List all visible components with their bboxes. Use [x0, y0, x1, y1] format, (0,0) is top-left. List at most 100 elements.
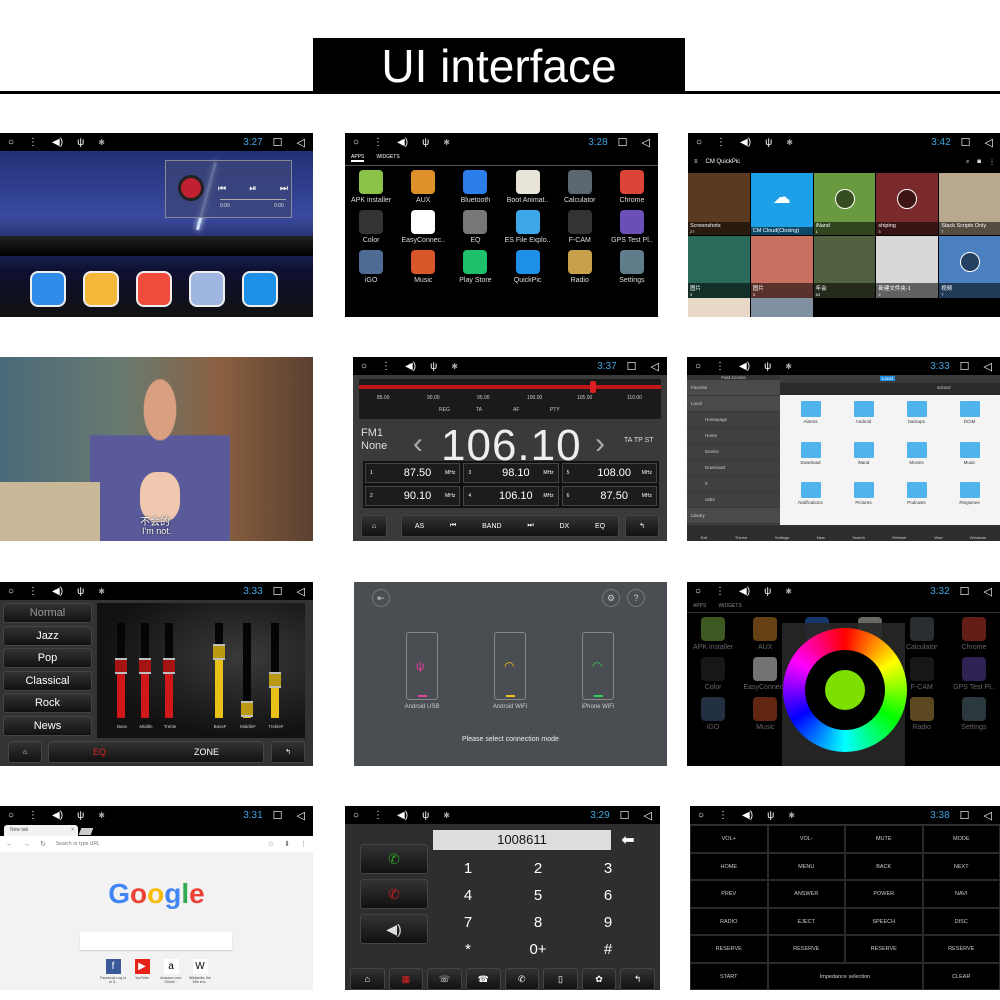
- radio-control-1[interactable]: ⏮: [450, 522, 456, 530]
- help-icon[interactable]: ?: [627, 589, 645, 607]
- speaker-button[interactable]: ◀): [360, 914, 428, 944]
- app-gps-test-pl-[interactable]: GPS Test Pl..: [948, 657, 1000, 691]
- preset-button[interactable]: 6 87.50 MHz: [561, 486, 657, 506]
- recent-apps-icon[interactable]: ☐: [273, 136, 283, 149]
- home-circle-icon[interactable]: ○: [696, 137, 702, 148]
- key-radio[interactable]: RADIO: [690, 907, 768, 936]
- preset-jazz[interactable]: Jazz: [3, 625, 92, 646]
- slider-handle[interactable]: [213, 643, 225, 660]
- radio-control-0[interactable]: AS: [415, 523, 424, 530]
- folder-item[interactable]: Music: [943, 441, 996, 479]
- video-icon[interactable]: [242, 271, 278, 307]
- album-tile[interactable]: [751, 298, 813, 317]
- recent-apps-icon[interactable]: ☐: [960, 360, 970, 373]
- star-icon[interactable]: ☆: [268, 840, 274, 848]
- key-#[interactable]: #: [573, 936, 643, 963]
- folder-item[interactable]: Ringtones: [943, 482, 996, 519]
- search-box[interactable]: [80, 932, 232, 950]
- radio-control-5[interactable]: EQ: [595, 523, 605, 530]
- app-eq[interactable]: EQ: [449, 210, 501, 244]
- key-reserve[interactable]: RESERVE: [767, 935, 845, 963]
- key-answer[interactable]: ANSWER: [767, 880, 845, 908]
- tab-eq[interactable]: EQ: [93, 747, 106, 757]
- hang-up-button[interactable]: ✆: [360, 879, 428, 909]
- toolbar-search[interactable]: Search: [852, 535, 865, 540]
- shortcut-tile[interactable]: ▶ YouTube: [129, 959, 155, 980]
- volume-icon[interactable]: ◀): [52, 137, 63, 148]
- volume-icon[interactable]: ◀): [742, 810, 753, 821]
- menu-dots-icon[interactable]: ⋮: [381, 361, 391, 372]
- key-disc[interactable]: DISC: [922, 907, 1000, 936]
- volume-icon[interactable]: ◀): [397, 137, 408, 148]
- new-tab-button[interactable]: [78, 828, 94, 835]
- exit-icon[interactable]: ⇤: [372, 589, 390, 607]
- shortcut-tile[interactable]: W Wikipedia, the free enc..: [187, 959, 213, 984]
- search-icon[interactable]: ⌕: [966, 159, 969, 166]
- folder-item[interactable]: Movies: [890, 441, 943, 479]
- key-vol-minus[interactable]: VOL-: [767, 825, 845, 853]
- app-music[interactable]: Music: [397, 250, 449, 284]
- app-apk-installer[interactable]: APK installer: [345, 170, 397, 204]
- home-circle-icon[interactable]: ○: [8, 137, 14, 148]
- call-log-icon[interactable]: ☏: [427, 968, 462, 990]
- album-tile[interactable]: shiping 3: [876, 173, 939, 235]
- folder-item[interactable]: Notifications: [784, 482, 837, 519]
- key-home[interactable]: HOME: [690, 852, 768, 881]
- volume-icon[interactable]: ◀): [397, 810, 408, 821]
- app-play-store[interactable]: Play Store: [449, 250, 501, 284]
- key-1[interactable]: 1: [433, 855, 503, 882]
- preset-news[interactable]: News: [3, 715, 92, 736]
- bluetooth-phone-icon[interactable]: ✆: [504, 968, 540, 990]
- folder-item[interactable]: DCIM: [943, 401, 996, 438]
- app-igo[interactable]: iGO: [687, 697, 739, 731]
- key-eject[interactable]: EJECT: [767, 907, 845, 936]
- folder-item[interactable]: Podcasts: [890, 482, 943, 519]
- app-apk-installer[interactable]: APK installer: [687, 617, 739, 651]
- key-8[interactable]: 8: [503, 909, 573, 936]
- app-settings[interactable]: Settings: [948, 697, 1000, 731]
- settings-icon[interactable]: ✿: [581, 968, 617, 990]
- flag-reg[interactable]: REG: [439, 407, 450, 413]
- key-start[interactable]: START: [690, 962, 768, 990]
- app-calculator[interactable]: Calculator: [554, 170, 606, 204]
- impedance-selection-button[interactable]: Impedance selection: [767, 962, 923, 990]
- seek-up-icon[interactable]: ›: [595, 427, 605, 461]
- frequency-scale[interactable]: 85.00 90.00 95.00 100.00 105.00 110.00 REG TA AF…: [359, 379, 661, 419]
- play-pause-icon[interactable]: ⏯: [249, 183, 256, 194]
- volume-icon[interactable]: ◀): [739, 361, 750, 372]
- recent-apps-icon[interactable]: ☐: [627, 360, 637, 373]
- toolbar-refresh[interactable]: Refresh: [892, 535, 906, 540]
- app-bluetooth[interactable]: Bluetooth: [449, 170, 501, 204]
- album-tile[interactable]: 图片 9: [688, 236, 750, 298]
- back-icon[interactable]: ◁: [644, 809, 652, 822]
- app-quickpic[interactable]: QuickPic: [502, 250, 554, 284]
- tuner-needle[interactable]: [590, 381, 596, 393]
- back-icon[interactable]: ◁: [642, 136, 650, 149]
- shortcut-tile[interactable]: f Facebook Log in or S..: [100, 959, 126, 984]
- navigation-icon[interactable]: [30, 271, 66, 307]
- bluetooth-icon[interactable]: [189, 271, 225, 307]
- radio-control-2[interactable]: BAND: [482, 523, 501, 530]
- app-chrome[interactable]: Chrome: [606, 170, 658, 204]
- key-5[interactable]: 5: [503, 882, 573, 909]
- album-tile[interactable]: 年会 63: [813, 236, 876, 298]
- back-icon[interactable]: ◁: [984, 360, 992, 373]
- menu-dots-icon[interactable]: ⋮: [716, 137, 726, 148]
- album-tile[interactable]: 新建文件夹-1 2: [876, 236, 939, 298]
- recent-apps-icon[interactable]: ☐: [273, 809, 283, 822]
- slider-handle[interactable]: [163, 658, 175, 674]
- key-6[interactable]: 6: [573, 882, 643, 909]
- flag-af[interactable]: AF: [513, 407, 519, 413]
- sidebar-item-usb2[interactable]: usb2: [687, 492, 780, 508]
- preset-rock[interactable]: Rock: [3, 693, 92, 713]
- back-icon[interactable]: ◁: [984, 585, 992, 598]
- preset-button[interactable]: 3 98.10 MHz: [463, 463, 559, 483]
- folder-item[interactable]: Android: [837, 401, 890, 438]
- preset-button[interactable]: 1 87.50 MHz: [365, 463, 461, 483]
- home-circle-icon[interactable]: ○: [353, 810, 359, 821]
- volume-icon[interactable]: ◀): [52, 810, 63, 821]
- volume-icon[interactable]: ◀): [405, 361, 416, 372]
- slider-handle[interactable]: [241, 700, 253, 717]
- slider-handle[interactable]: [115, 658, 127, 674]
- close-tab-icon[interactable]: ×: [71, 827, 74, 833]
